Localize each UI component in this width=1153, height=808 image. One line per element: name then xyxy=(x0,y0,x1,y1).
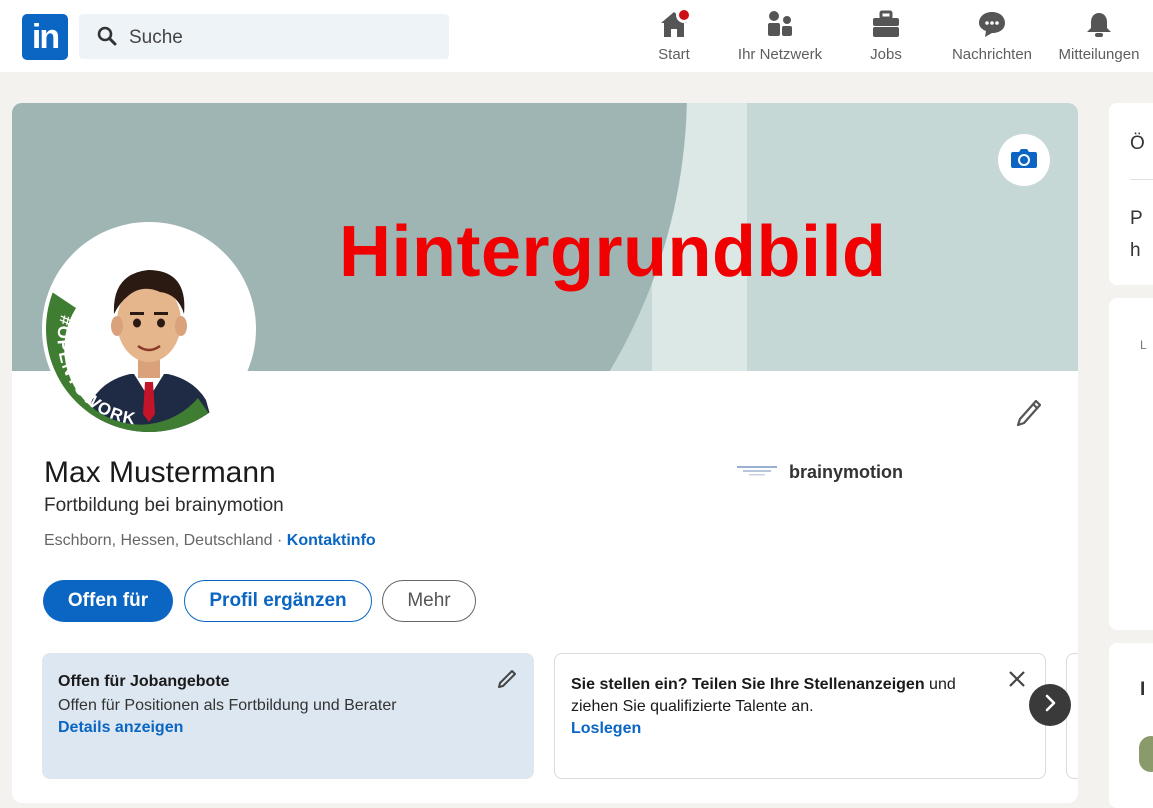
sidebar-letter: h xyxy=(1130,240,1141,261)
nav-messaging[interactable]: Nachrichten xyxy=(946,8,1038,68)
bell-icon xyxy=(1084,10,1114,42)
nav-home[interactable]: Start xyxy=(648,7,700,68)
profile-card: Hintergrundbild #OPENTOWORK Max Musterma… xyxy=(12,103,1078,803)
nav-notifications[interactable]: Mitteilungen xyxy=(1050,8,1148,68)
network-icon xyxy=(765,10,795,42)
location-text: Eschborn, Hessen, Deutschland xyxy=(44,532,273,549)
nav-network-label: Ihr Netzwerk xyxy=(737,46,823,63)
current-company[interactable]: brainymotion xyxy=(737,462,903,483)
nav-jobs-label: Jobs xyxy=(870,46,902,63)
nav-notifications-label: Mitteilungen xyxy=(1058,46,1140,63)
sidebar-card-people: I xyxy=(1109,643,1153,808)
get-started-link[interactable]: Loslegen xyxy=(571,720,641,738)
search-icon xyxy=(97,26,117,51)
sidebar-letter: I xyxy=(1140,679,1146,700)
nav-jobs[interactable]: Jobs xyxy=(860,8,912,68)
add-profile-section-button[interactable]: Profil ergänzen xyxy=(184,580,372,622)
notification-badge xyxy=(676,7,692,23)
profile-avatar[interactable]: #OPENTOWORK xyxy=(42,222,256,436)
top-nav: in Suche Start Ihr Netzwerk Jobs Nachric… xyxy=(0,0,1153,72)
home-icon xyxy=(659,7,692,42)
sidebar-letter: Ö xyxy=(1130,133,1145,154)
sidebar-card-ad: L xyxy=(1109,298,1153,630)
close-icon[interactable] xyxy=(1008,670,1026,693)
briefcase-icon xyxy=(871,10,901,42)
profile-headline: Fortbildung bei brainymotion xyxy=(44,495,284,516)
search-bar[interactable]: Suche xyxy=(79,14,449,59)
more-button[interactable]: Mehr xyxy=(382,580,476,622)
edit-banner-button[interactable] xyxy=(998,134,1050,186)
company-logo xyxy=(737,462,777,483)
sidebar-letter: P xyxy=(1130,208,1143,229)
banner-label: Hintergrundbild xyxy=(339,212,887,292)
location-separator: · xyxy=(272,532,287,549)
open-to-work-card: Offen für Jobangebote Offen für Position… xyxy=(42,653,534,779)
hiring-text: Sie stellen ein? Teilen Sie Ihre Stellen… xyxy=(571,674,1001,718)
carousel-next-button[interactable] xyxy=(1029,684,1071,726)
open-to-work-title: Offen für Jobangebote xyxy=(58,673,230,690)
camera-icon xyxy=(1010,147,1038,174)
hiring-card: Sie stellen ein? Teilen Sie Ihre Stellen… xyxy=(554,653,1046,779)
sidebar-card-public-profile: Ö P h xyxy=(1109,103,1153,285)
linkedin-logo[interactable]: in xyxy=(22,14,68,60)
hiring-text-bold: Sie stellen ein? Teilen Sie Ihre Stellen… xyxy=(571,676,925,693)
contact-info-link[interactable]: Kontaktinfo xyxy=(287,532,376,549)
search-input[interactable]: Suche xyxy=(129,27,183,49)
nav-network[interactable]: Ihr Netzwerk xyxy=(732,8,828,68)
sidebar-avatar xyxy=(1139,736,1153,772)
profile-name: Max Mustermann xyxy=(44,456,276,489)
edit-intro-button[interactable] xyxy=(1016,399,1042,432)
nav-messaging-label: Nachrichten xyxy=(951,46,1033,63)
edit-open-to-work-icon[interactable] xyxy=(497,669,517,694)
open-to-button[interactable]: Offen für xyxy=(43,580,173,622)
details-link[interactable]: Details anzeigen xyxy=(58,719,183,737)
chevron-right-icon xyxy=(1043,694,1057,717)
messaging-icon xyxy=(977,10,1007,42)
sidebar-divider xyxy=(1130,179,1153,180)
open-to-work-text: Offen für Positionen als Fortbildung und… xyxy=(58,697,397,714)
profile-location: Eschborn, Hessen, Deutschland · Kontakti… xyxy=(44,532,376,550)
sidebar-letter: L xyxy=(1140,338,1147,352)
nav-home-label: Start xyxy=(658,46,690,63)
company-name: brainymotion xyxy=(789,462,904,482)
